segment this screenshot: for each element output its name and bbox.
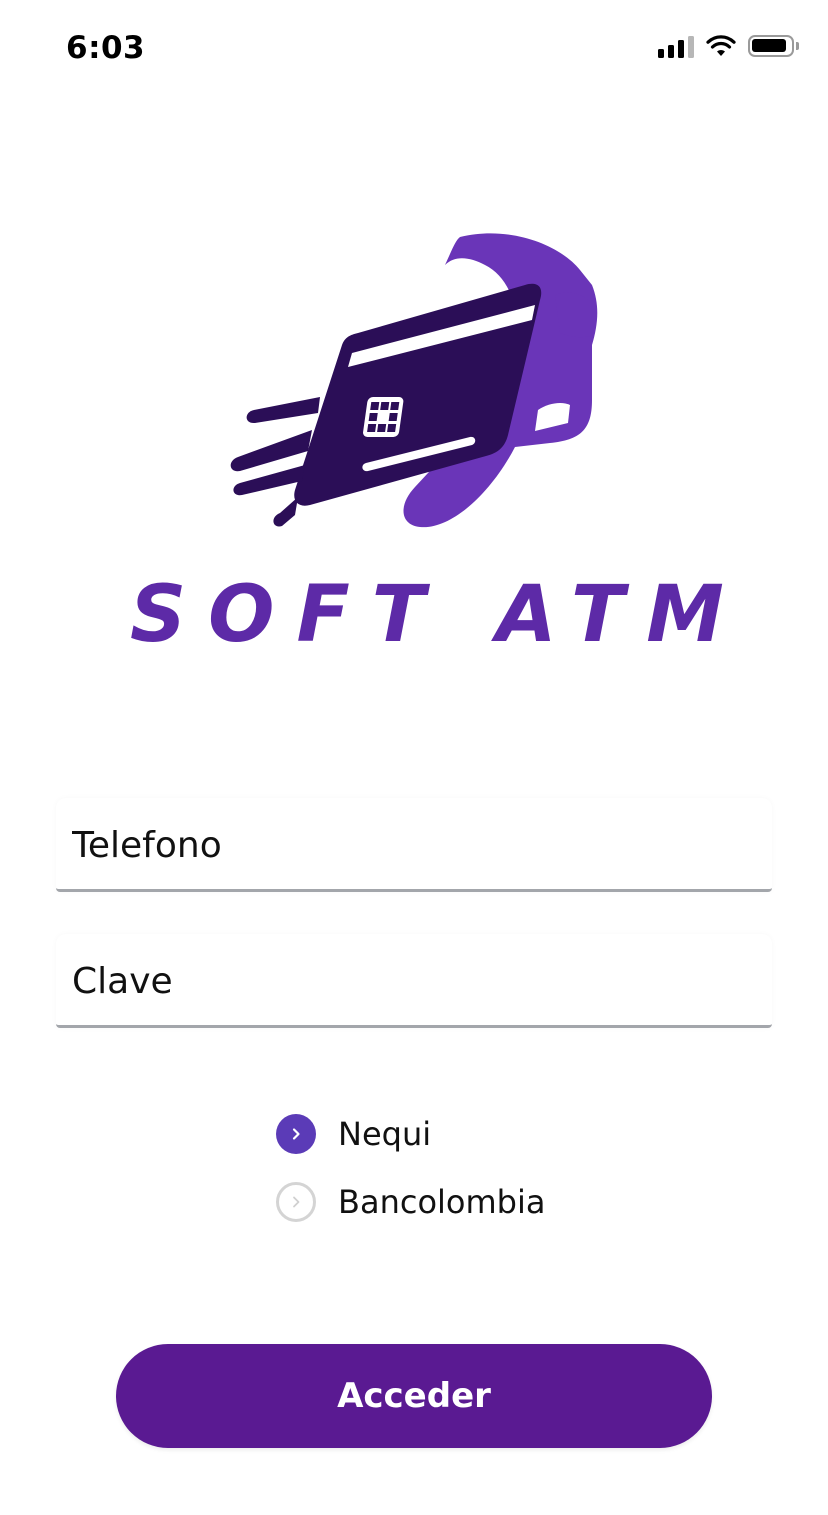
battery-icon	[748, 35, 799, 57]
chevron-right-icon	[293, 1196, 300, 1208]
password-field[interactable]	[56, 934, 772, 1028]
phone-field[interactable]	[56, 798, 772, 892]
option-bancolombia[interactable]: Bancolombia	[276, 1178, 545, 1226]
radio-unchecked-icon[interactable]	[276, 1182, 316, 1222]
bank-options: Nequi Bancolombia	[276, 1110, 545, 1246]
signal-icon	[658, 34, 694, 58]
option-label-nequi: Nequi	[338, 1115, 432, 1153]
status-icons	[658, 34, 799, 58]
credit-card-speed-icon	[230, 233, 598, 528]
password-input[interactable]	[72, 956, 752, 1006]
option-nequi[interactable]: Nequi	[276, 1110, 545, 1158]
radio-checked-icon[interactable]	[276, 1114, 316, 1154]
acceder-button[interactable]: Acceder	[116, 1344, 712, 1448]
wifi-icon	[706, 35, 736, 56]
phone-input[interactable]	[72, 820, 752, 870]
option-label-bancolombia: Bancolombia	[338, 1183, 546, 1221]
logo-wordmark: SOFT ATM	[130, 570, 746, 660]
status-bar: 6:03	[0, 0, 828, 100]
status-time: 6:03	[66, 30, 146, 66]
chevron-right-icon	[292, 1128, 300, 1140]
app-logo: SOFT ATM	[130, 225, 746, 670]
